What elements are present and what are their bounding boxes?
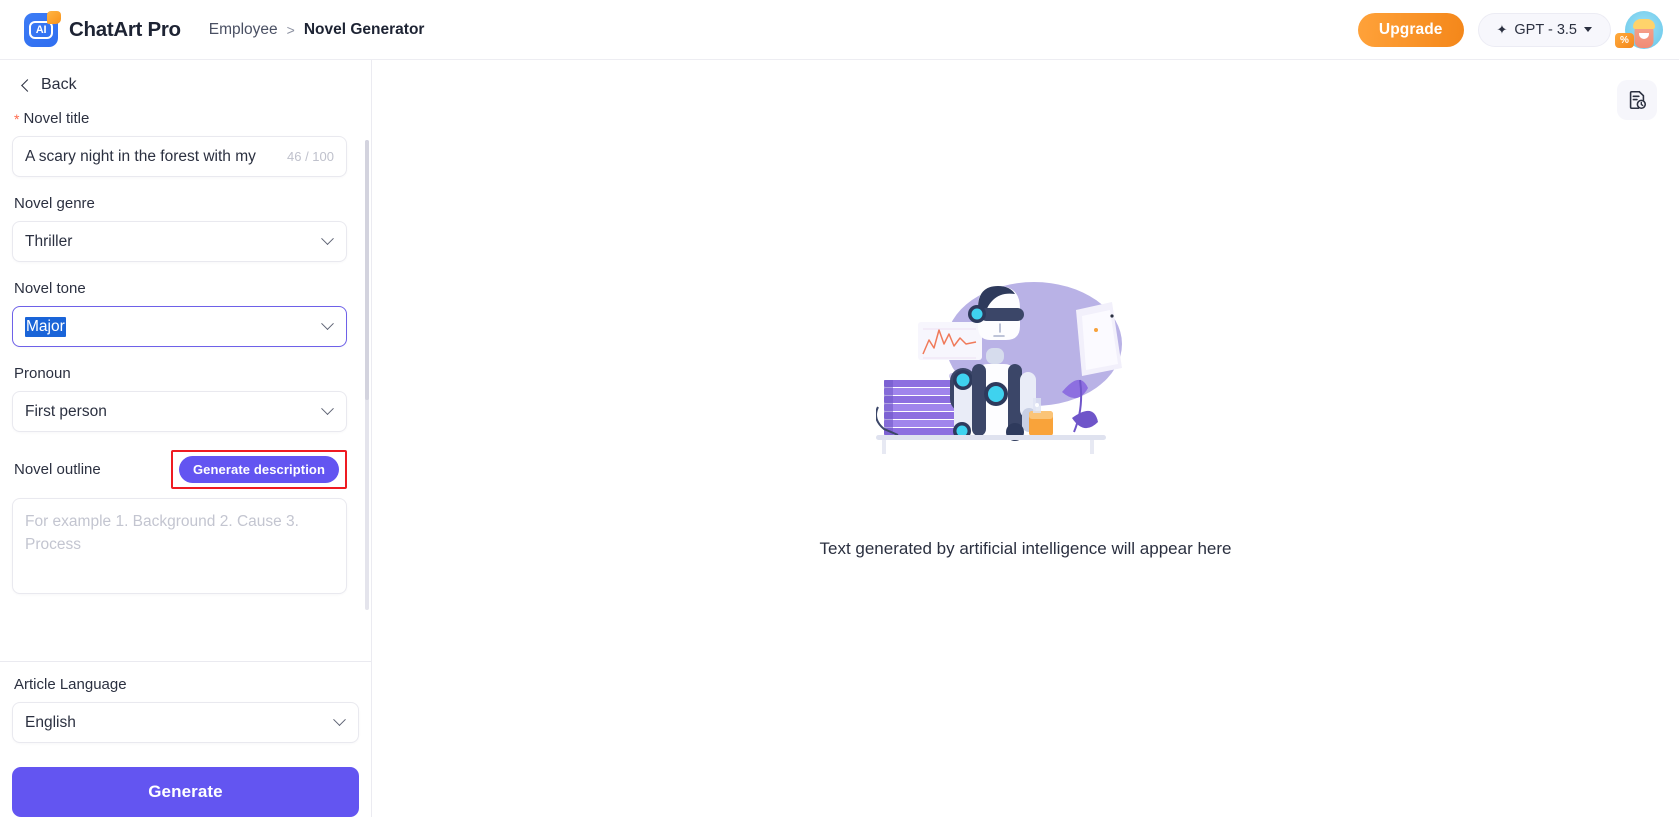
generate-description-annotation: Generate description bbox=[170, 450, 347, 489]
required-marker: * bbox=[14, 110, 20, 127]
main-content: Text generated by artificial intelligenc… bbox=[372, 60, 1679, 817]
field-article-language: Article Language English bbox=[12, 676, 359, 743]
sidebar-scrollbar-thumb[interactable] bbox=[365, 140, 369, 400]
brand-name: ChatArt Pro bbox=[69, 17, 181, 41]
header-actions: Upgrade ✦ GPT - 3.5 % bbox=[1357, 10, 1663, 49]
breadcrumb-current: Novel Generator bbox=[303, 20, 425, 38]
novel-title-input[interactable]: A scary night in the forest with my 46 /… bbox=[12, 136, 347, 177]
chevron-down-icon bbox=[333, 713, 346, 727]
novel-outline-label: Novel outline bbox=[14, 461, 101, 478]
pronoun-select[interactable]: First person bbox=[12, 391, 347, 432]
app-header: AI ChatArt Pro Employee > Novel Generato… bbox=[0, 0, 1679, 60]
chevron-down-icon bbox=[321, 402, 334, 416]
field-novel-tone: Novel tone Major bbox=[12, 280, 347, 347]
novel-genre-label: Novel genre bbox=[14, 195, 95, 212]
model-selector[interactable]: ✦ GPT - 3.5 bbox=[1477, 12, 1611, 47]
novel-genre-value: Thriller bbox=[25, 232, 73, 250]
article-language-select[interactable]: English bbox=[12, 702, 359, 743]
chevron-down-icon bbox=[321, 232, 334, 246]
breadcrumb-separator: > bbox=[286, 21, 295, 38]
novel-title-char-count: 46 / 100 bbox=[287, 149, 334, 164]
novel-tone-value: Major bbox=[25, 316, 66, 337]
form-sidebar: Back * Novel title A scary night in the … bbox=[0, 60, 372, 817]
breadcrumb-parent[interactable]: Employee bbox=[209, 21, 278, 39]
field-novel-outline: Novel outline Generate description For e… bbox=[12, 450, 347, 594]
pronoun-label: Pronoun bbox=[14, 365, 71, 382]
back-button-label: Back bbox=[41, 76, 77, 93]
avatar[interactable]: % bbox=[1615, 10, 1663, 49]
pronoun-value: First person bbox=[25, 402, 107, 420]
document-clock-history-icon bbox=[1629, 90, 1647, 110]
history-button[interactable] bbox=[1617, 80, 1657, 120]
caret-down-icon bbox=[1584, 27, 1592, 32]
sparkle-icon: ✦ bbox=[1496, 22, 1508, 37]
avatar-hair bbox=[1633, 18, 1655, 29]
upgrade-button[interactable]: Upgrade bbox=[1357, 12, 1464, 47]
form-scroll-area: * Novel title A scary night in the fores… bbox=[0, 94, 371, 661]
app-logo: AI bbox=[24, 10, 61, 47]
generate-description-button[interactable]: Generate description bbox=[178, 456, 339, 483]
novel-title-value: A scary night in the forest with my bbox=[25, 147, 256, 165]
ai-robot-scientist-illustration bbox=[875, 282, 1122, 454]
avatar-discount-badge: % bbox=[1615, 32, 1634, 48]
empty-state-text: Text generated by artificial intelligenc… bbox=[819, 539, 1232, 558]
novel-outline-placeholder: For example 1. Background 2. Cause 3. Pr… bbox=[25, 513, 299, 554]
back-button[interactable]: Back bbox=[0, 60, 371, 94]
field-novel-title: * Novel title A scary night in the fores… bbox=[12, 110, 347, 177]
novel-outline-textarea[interactable]: For example 1. Background 2. Cause 3. Pr… bbox=[12, 498, 347, 594]
generate-button[interactable]: Generate bbox=[12, 767, 359, 817]
novel-title-label: * Novel title bbox=[14, 110, 347, 127]
field-pronoun: Pronoun First person bbox=[12, 365, 347, 432]
chevron-down-icon bbox=[321, 317, 334, 331]
novel-tone-select[interactable]: Major bbox=[12, 306, 347, 347]
sidebar-footer: Article Language English Generate bbox=[0, 661, 371, 817]
chevron-left-icon bbox=[21, 78, 34, 92]
article-language-label: Article Language bbox=[14, 676, 127, 693]
novel-title-label-text: Novel title bbox=[23, 110, 90, 127]
sidebar-scrollbar[interactable] bbox=[365, 140, 369, 610]
empty-state: Text generated by artificial intelligenc… bbox=[372, 272, 1679, 559]
novel-tone-label: Novel tone bbox=[14, 280, 86, 297]
logo-corner-badge-icon bbox=[47, 10, 61, 24]
model-selector-label: GPT - 3.5 bbox=[1514, 21, 1577, 38]
novel-outline-header: Novel outline Generate description bbox=[12, 450, 347, 489]
field-novel-genre: Novel genre Thriller bbox=[12, 195, 347, 262]
novel-genre-select[interactable]: Thriller bbox=[12, 221, 347, 262]
breadcrumb: Employee > Novel Generator bbox=[209, 21, 425, 39]
article-language-value: English bbox=[25, 713, 76, 731]
brand: AI ChatArt Pro bbox=[24, 10, 181, 47]
